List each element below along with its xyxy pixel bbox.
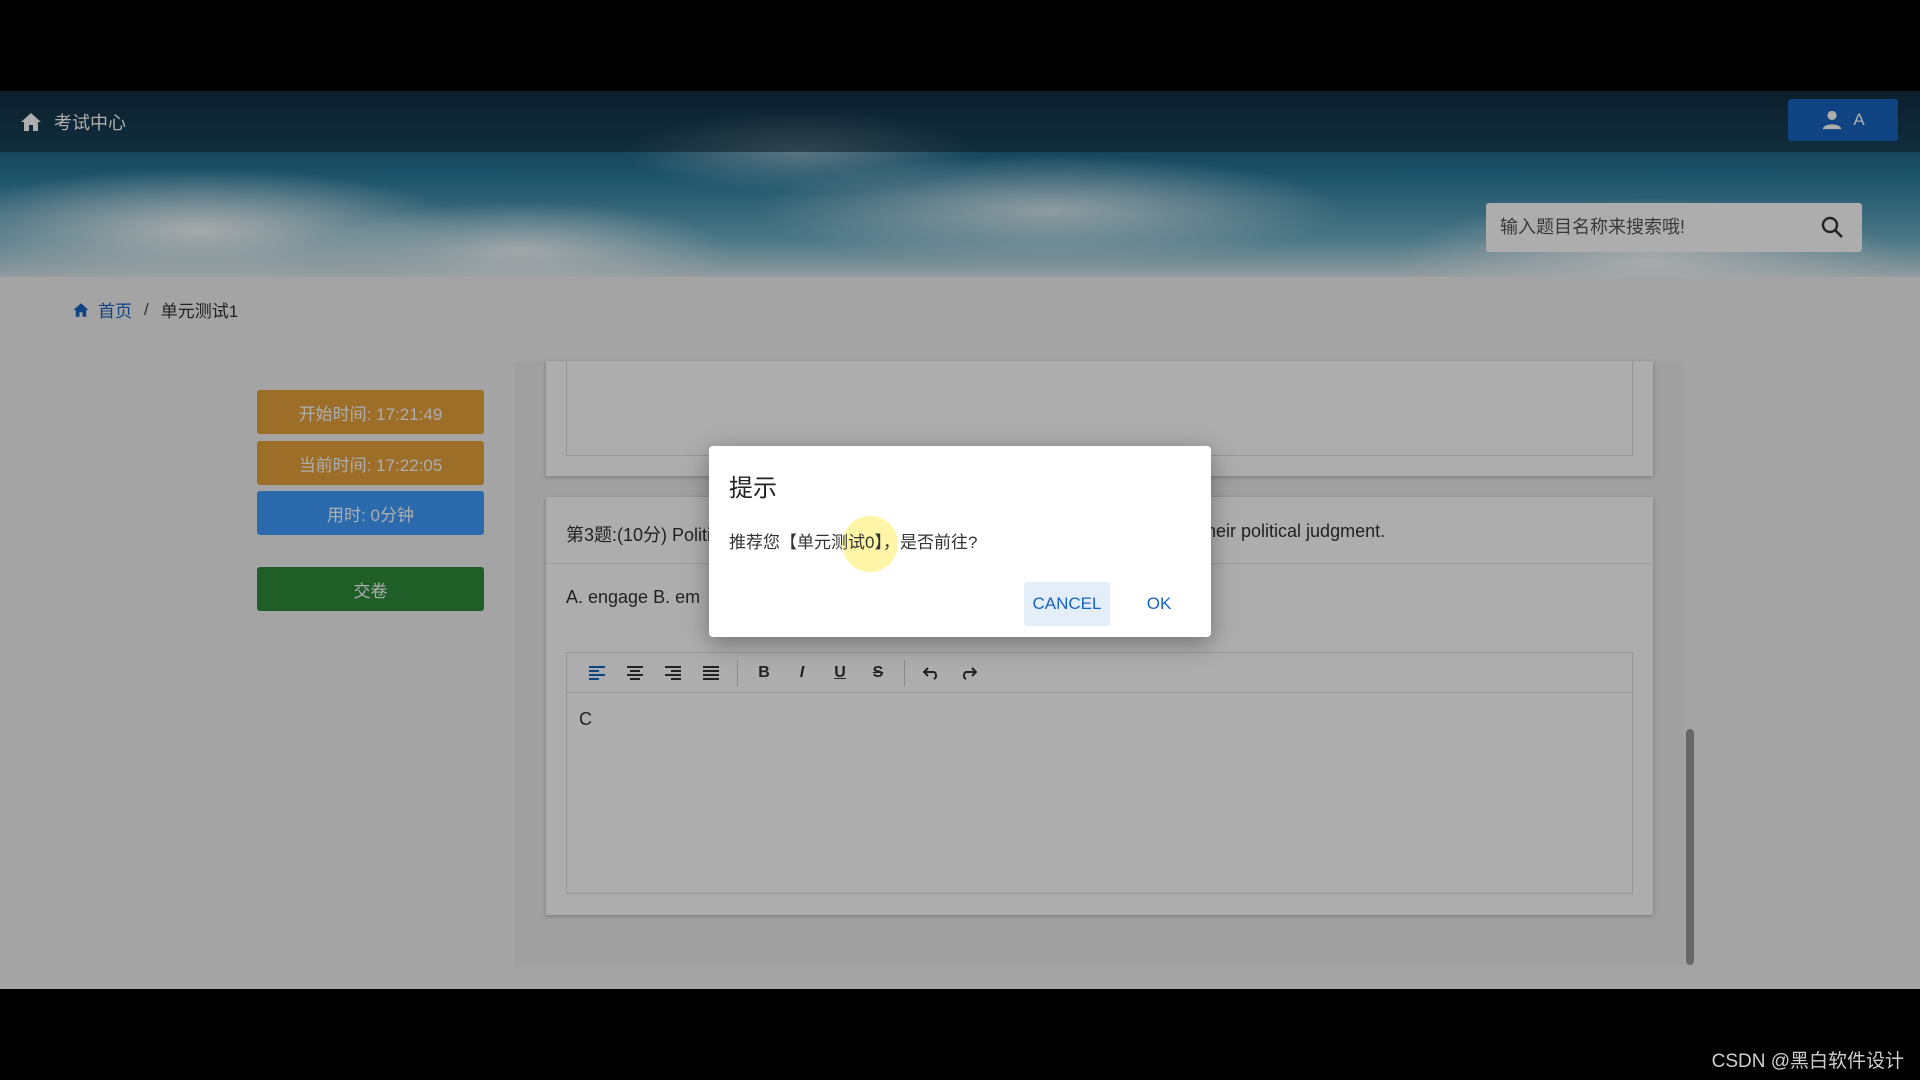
dialog-title: 提示: [729, 475, 777, 502]
confirm-dialog: 提示 推荐您【单元测试0】，是否前往? CANCEL OK: [709, 446, 1211, 637]
watermark: CSDN @黑白软件设计: [1711, 1051, 1904, 1072]
cancel-button[interactable]: CANCEL: [1024, 582, 1110, 626]
app-viewport: 考试中心 A 首页 / 单元测试1 开始时间: 17:21:49 当前时间: 1…: [0, 91, 1920, 989]
letterbox-bottom: [0, 989, 1920, 1080]
ok-button[interactable]: OK: [1124, 582, 1194, 626]
dialog-message: 推荐您【单元测试0】，是否前往?: [729, 533, 978, 552]
letterbox-top: [0, 0, 1920, 91]
